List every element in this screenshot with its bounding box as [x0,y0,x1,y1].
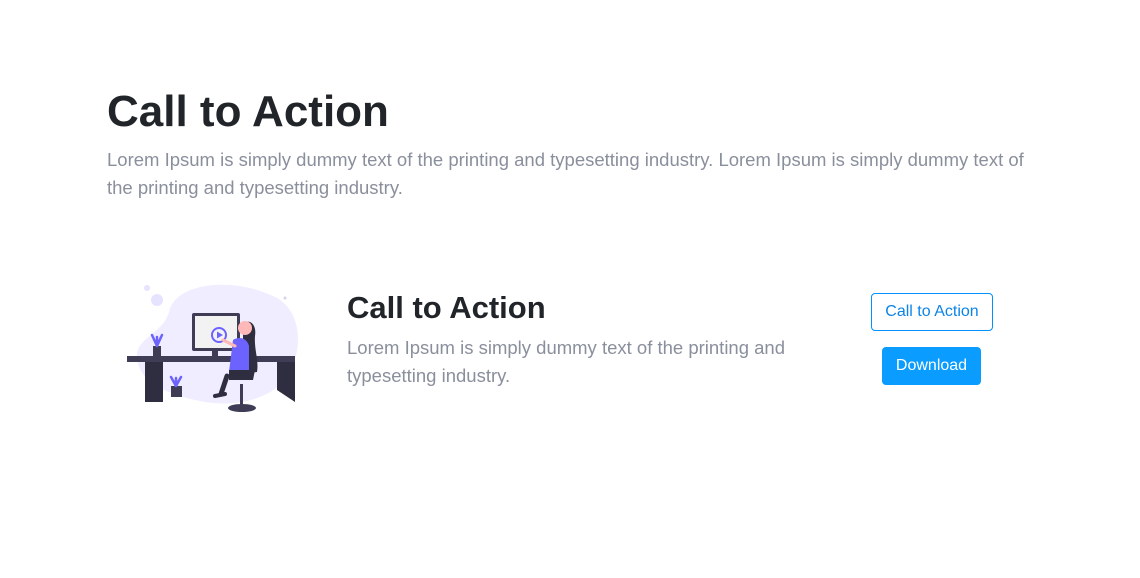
page-description: Lorem Ipsum is simply dummy text of the … [107,149,1024,198]
person-shoe [213,392,227,398]
cta-description: Lorem Ipsum is simply dummy text of the … [347,337,786,386]
person-at-desk-illustration [127,284,298,412]
desk-leg-right [277,362,295,402]
person-legs [229,370,255,380]
plant-pot [153,346,161,356]
call-to-action-button[interactable]: Call to Action [871,293,993,331]
chair-post [240,384,243,406]
cta-title: Call to Action [347,290,546,325]
dot-small [144,285,150,291]
desk-top [127,356,295,362]
download-button[interactable]: Download [882,347,981,385]
desk-leg-left [145,362,163,402]
chair-base [228,404,256,412]
page-title: Call to Action [107,87,389,136]
floor-plant-pot [171,386,182,397]
cta-card: Call to Action Lorem Ipsum is simply dum… [107,270,1037,430]
person-head [238,321,252,335]
dot-large [151,294,163,306]
dot-tiny [283,296,287,300]
